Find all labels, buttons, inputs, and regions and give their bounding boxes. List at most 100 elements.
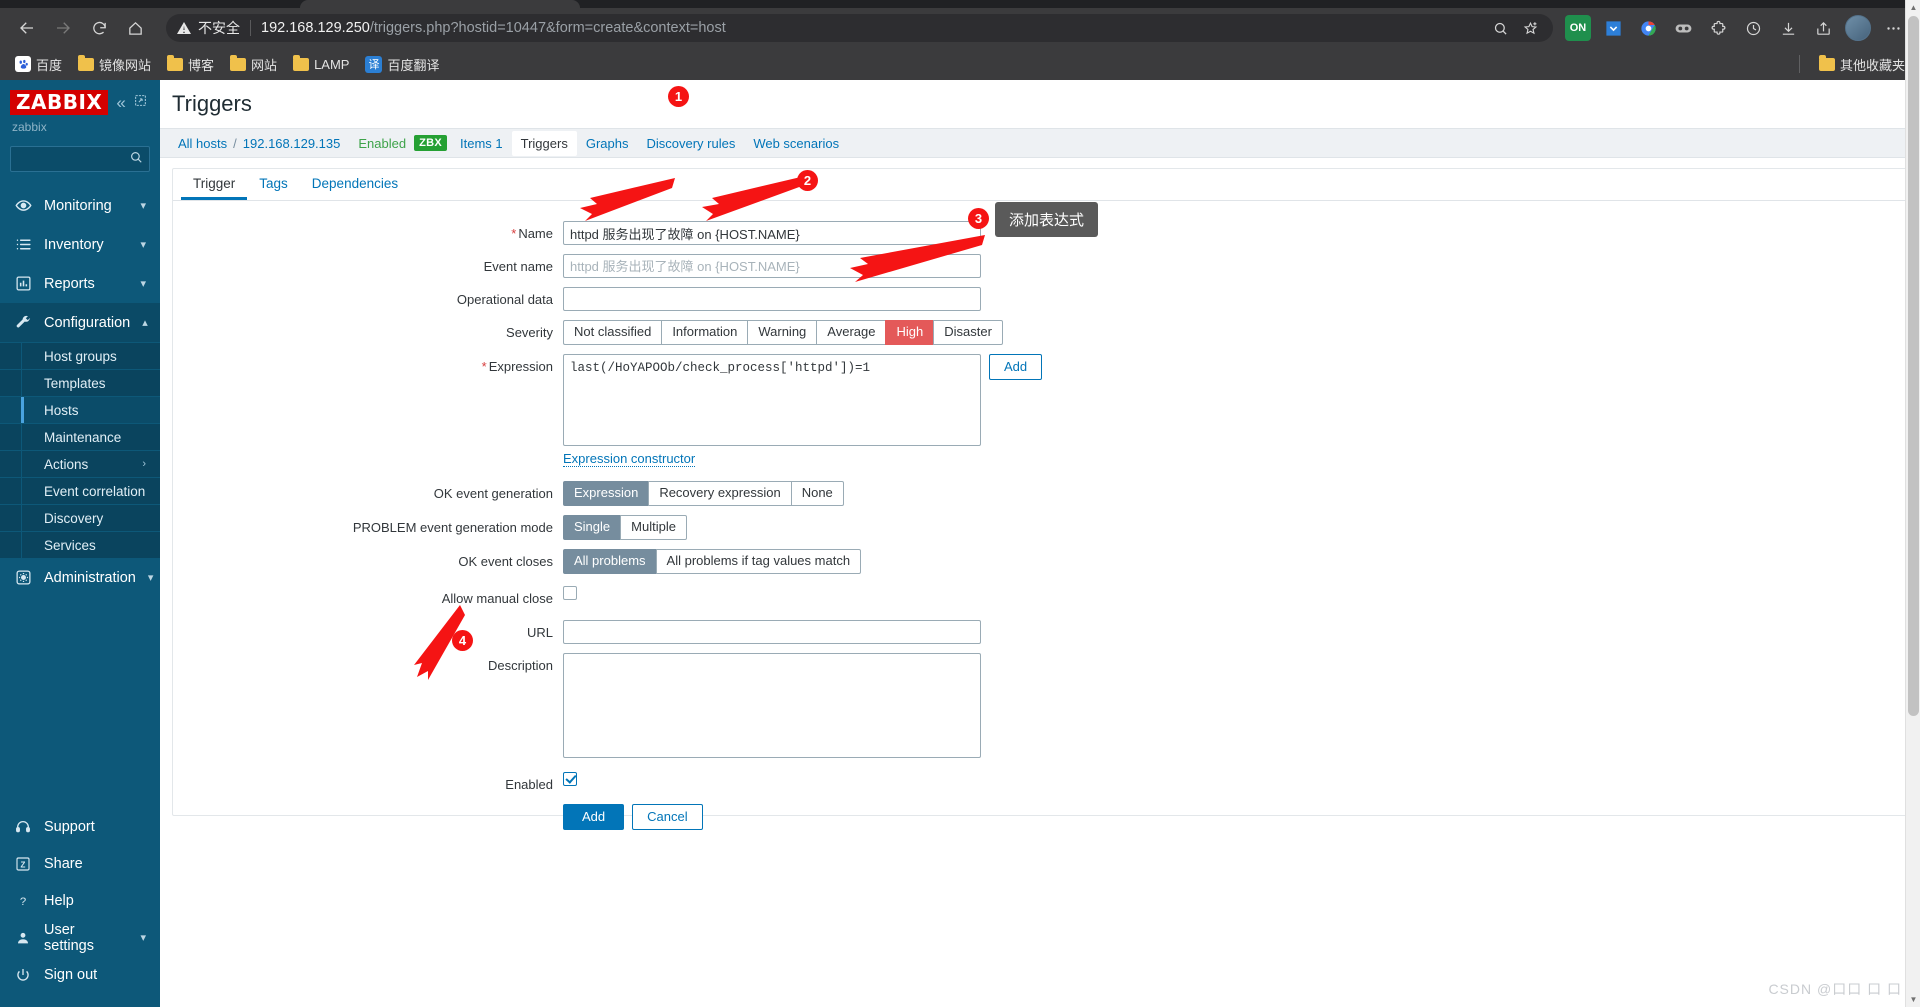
- sidebar-item-services[interactable]: Services: [0, 531, 160, 558]
- page-scrollbar[interactable]: ▲ ▼: [1905, 0, 1920, 1007]
- address-bar[interactable]: 不安全 192.168.129.250/triggers.php?hostid=…: [166, 14, 1553, 42]
- hide-sidebar-icon[interactable]: [134, 94, 147, 112]
- folder-icon: [1818, 54, 1835, 71]
- sidebar-subitem-label: Maintenance: [44, 429, 122, 445]
- severity-information[interactable]: Information: [661, 320, 748, 345]
- zbx-agent-badge[interactable]: ZBX: [414, 135, 447, 151]
- breadcrumb-tab-graphs[interactable]: Graphs: [577, 132, 638, 155]
- sidebar-item-user-settings[interactable]: User settings ▾: [0, 919, 160, 956]
- sidebar-item-monitoring[interactable]: Monitoring ▾: [0, 186, 160, 225]
- host-status[interactable]: Enabled: [346, 136, 414, 151]
- operational-data-input[interactable]: [563, 287, 981, 311]
- allow-manual-close-checkbox[interactable]: [563, 586, 577, 600]
- extensions-puzzle-icon[interactable]: [1701, 11, 1735, 45]
- reload-icon[interactable]: [82, 11, 116, 45]
- add-favorite-icon[interactable]: [1517, 15, 1543, 41]
- sidebar-item-event-correlation[interactable]: Event correlation: [0, 477, 160, 504]
- breadcrumb-tab-items[interactable]: Items 1: [451, 132, 512, 155]
- scrollbar-thumb[interactable]: [1908, 16, 1919, 716]
- search-icon[interactable]: [1487, 15, 1513, 41]
- label-text: Expression: [488, 359, 553, 374]
- sidebar-item-reports[interactable]: Reports ▾: [0, 264, 160, 303]
- bookmark-baidu[interactable]: 百度: [8, 52, 69, 77]
- severity-average[interactable]: Average: [816, 320, 886, 345]
- enabled-checkbox[interactable]: [563, 772, 577, 786]
- scroll-up-arrow[interactable]: ▲: [1906, 0, 1920, 15]
- url-input[interactable]: [563, 620, 981, 644]
- breadcrumb-tab-triggers[interactable]: Triggers: [511, 130, 577, 156]
- forward-arrow-icon[interactable]: [46, 11, 80, 45]
- sidebar-item-host-groups[interactable]: Host groups: [0, 342, 160, 369]
- ok-event-generation-group: Expression Recovery expression None: [563, 481, 844, 506]
- sidebar-search[interactable]: [10, 146, 150, 172]
- bookmark-baidu-translate[interactable]: 译 百度翻译: [358, 52, 446, 77]
- severity-not-classified[interactable]: Not classified: [563, 320, 662, 345]
- extension-on-icon[interactable]: ON: [1561, 11, 1595, 45]
- tab-tags[interactable]: Tags: [247, 169, 300, 200]
- expression-constructor-link[interactable]: Expression constructor: [563, 451, 696, 467]
- bookmark-mirror-sites[interactable]: 镜像网站: [71, 52, 158, 77]
- severity-disaster[interactable]: Disaster: [933, 320, 1003, 345]
- label-url: URL: [526, 625, 553, 640]
- bookmark-websites[interactable]: 网站: [223, 52, 284, 77]
- downloads-icon[interactable]: [1771, 11, 1805, 45]
- other-bookmarks-button[interactable]: 其他收藏夹: [1812, 52, 1912, 77]
- extension-blue-icon[interactable]: [1596, 11, 1630, 45]
- severity-high[interactable]: High: [885, 320, 934, 345]
- sidebar-item-actions[interactable]: Actions ›: [0, 450, 160, 477]
- sidebar-item-configuration[interactable]: Configuration ▴: [0, 303, 160, 342]
- ok-closes-all-problems[interactable]: All problems: [563, 549, 656, 574]
- search-icon[interactable]: [129, 150, 143, 169]
- breadcrumb-host[interactable]: 192.168.129.135: [237, 136, 347, 151]
- sidebar-item-inventory[interactable]: Inventory ▾: [0, 225, 160, 264]
- cancel-button[interactable]: Cancel: [632, 804, 703, 830]
- description-textarea[interactable]: [563, 653, 981, 758]
- ok-event-none[interactable]: None: [790, 481, 844, 506]
- zabbix-logo[interactable]: ZABBIX: [10, 90, 109, 115]
- field-row-operational-data: Operational data: [173, 287, 1907, 311]
- sidebar-item-administration[interactable]: Administration ▾: [0, 558, 160, 597]
- tab-dependencies[interactable]: Dependencies: [300, 169, 410, 200]
- home-icon[interactable]: [118, 11, 152, 45]
- sidebar-item-sign-out[interactable]: Sign out: [0, 956, 160, 993]
- expression-row: Expression constructor Add: [563, 354, 1043, 467]
- breadcrumb-tab-discovery-rules[interactable]: Discovery rules: [637, 132, 744, 155]
- extension-colorful-icon[interactable]: [1631, 11, 1665, 45]
- sidebar-item-maintenance[interactable]: Maintenance: [0, 423, 160, 450]
- history-icon[interactable]: [1736, 11, 1770, 45]
- ok-event-expression[interactable]: Expression: [563, 481, 649, 506]
- other-bookmarks-label: 其他收藏夹: [1839, 57, 1905, 73]
- problem-mode-single[interactable]: Single: [563, 515, 621, 540]
- breadcrumb-all-hosts[interactable]: All hosts: [172, 136, 233, 151]
- bookmark-lamp[interactable]: LAMP: [286, 54, 356, 75]
- event-name-input[interactable]: [563, 254, 981, 278]
- sidebar-item-help[interactable]: ? Help: [0, 882, 160, 919]
- sidebar-item-hosts[interactable]: Hosts: [0, 396, 160, 423]
- scroll-down-arrow[interactable]: ▼: [1906, 992, 1920, 1007]
- submit-add-button[interactable]: Add: [563, 804, 625, 830]
- sidebar-item-templates[interactable]: Templates: [0, 369, 160, 396]
- sidebar-item-label: Inventory: [44, 236, 104, 253]
- sidebar-item-discovery[interactable]: Discovery: [0, 504, 160, 531]
- power-icon: [14, 967, 32, 983]
- expression-textarea[interactable]: [563, 354, 981, 446]
- sidebar-item-share[interactable]: Z Share: [0, 845, 160, 882]
- avatar[interactable]: [1841, 11, 1875, 45]
- sidebar-item-support[interactable]: Support: [0, 808, 160, 845]
- bookmark-blog[interactable]: 博客: [160, 52, 221, 77]
- back-arrow-icon[interactable]: [10, 11, 44, 45]
- active-browser-tab[interactable]: [300, 0, 580, 8]
- severity-warning[interactable]: Warning: [747, 320, 817, 345]
- browser-extensions-area: ON: [1561, 11, 1910, 45]
- extension-dark-icon[interactable]: [1666, 11, 1700, 45]
- ok-event-recovery-expression[interactable]: Recovery expression: [648, 481, 791, 506]
- collapse-sidebar-icon[interactable]: «: [116, 94, 125, 111]
- problem-mode-multiple[interactable]: Multiple: [620, 515, 687, 540]
- expression-add-button[interactable]: Add: [989, 354, 1043, 380]
- share-icon[interactable]: [1806, 11, 1840, 45]
- breadcrumb-tab-web-scenarios[interactable]: Web scenarios: [744, 132, 848, 155]
- tab-trigger[interactable]: Trigger: [181, 169, 248, 200]
- search-input[interactable]: [17, 151, 129, 167]
- ok-closes-tag-values-match[interactable]: All problems if tag values match: [655, 549, 862, 574]
- name-input[interactable]: [563, 221, 981, 245]
